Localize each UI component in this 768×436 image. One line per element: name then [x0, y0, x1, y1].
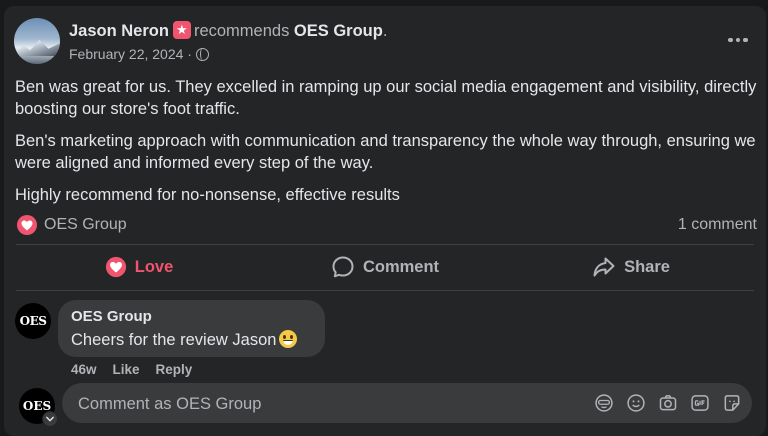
- reactor-name[interactable]: OES Group: [44, 216, 127, 234]
- comment-count[interactable]: 1 comment: [678, 216, 757, 234]
- recommended-page[interactable]: OES Group: [294, 22, 383, 40]
- divider: [16, 244, 754, 245]
- comment-text: Cheers for the review Jason: [71, 331, 277, 349]
- heart-icon[interactable]: [17, 215, 37, 235]
- divider: [16, 290, 754, 291]
- sticker-icon[interactable]: [722, 393, 742, 413]
- author-name[interactable]: Jason Neron: [69, 22, 169, 40]
- post-date[interactable]: February 22, 2024: [69, 46, 183, 62]
- gif-icon[interactable]: [690, 393, 710, 413]
- grin-emoji: [279, 330, 298, 348]
- comment-composer: [62, 383, 752, 425]
- share-button[interactable]: Share: [508, 247, 754, 287]
- reaction-summary: OES Group 1 comment: [17, 214, 757, 236]
- post-card: Jason Neronrecommends OES Group. Februar…: [4, 6, 766, 436]
- globe-icon: [195, 48, 209, 61]
- comment-like-button[interactable]: Like: [113, 362, 140, 377]
- star-badge-icon: [172, 21, 191, 39]
- comment-reply-button[interactable]: Reply: [156, 362, 193, 377]
- comment-author[interactable]: OES Group: [71, 308, 152, 325]
- comment-label: Comment: [362, 257, 440, 276]
- comment-input[interactable]: [76, 383, 580, 425]
- composer-tools: [594, 393, 742, 413]
- love-label: Love: [134, 257, 174, 276]
- comment-button[interactable]: Comment: [262, 247, 508, 287]
- share-label: Share: [624, 257, 670, 276]
- chevron-down-icon: [42, 411, 58, 427]
- post-paragraph: Ben's marketing approach with communicat…: [15, 132, 756, 172]
- comment-time[interactable]: 46w: [71, 362, 97, 377]
- post-header: Jason Neronrecommends OES Group.: [69, 21, 387, 41]
- comment-meta: 46w Like Reply: [71, 362, 192, 377]
- post-paragraph: Highly recommend for no-nonsense, effect…: [15, 186, 400, 204]
- avatar-icon[interactable]: [594, 393, 614, 413]
- love-button[interactable]: Love: [16, 247, 262, 287]
- post-paragraph: Ben was great for us. They excelled in r…: [15, 78, 757, 118]
- post-actions: Love Comment Share: [16, 247, 754, 287]
- comment-bubble: OES Group Cheers for the review Jason: [58, 300, 325, 357]
- author-avatar[interactable]: [14, 18, 60, 64]
- composer-avatar[interactable]: OES: [19, 388, 58, 427]
- heart-icon: [105, 256, 126, 278]
- more-options-icon[interactable]: [726, 32, 750, 48]
- camera-icon[interactable]: [658, 393, 678, 413]
- post-body: Ben was great for us. They excelled in r…: [15, 76, 760, 216]
- comment-text-row: Cheers for the review Jason: [71, 330, 298, 350]
- share-icon: [593, 257, 615, 277]
- emoji-icon[interactable]: [626, 393, 646, 413]
- recommends-verb: recommends: [193, 22, 290, 40]
- comment-icon: [332, 256, 354, 278]
- post-date-row: February 22, 2024 ·: [69, 45, 209, 63]
- commenter-avatar[interactable]: OES: [15, 303, 51, 339]
